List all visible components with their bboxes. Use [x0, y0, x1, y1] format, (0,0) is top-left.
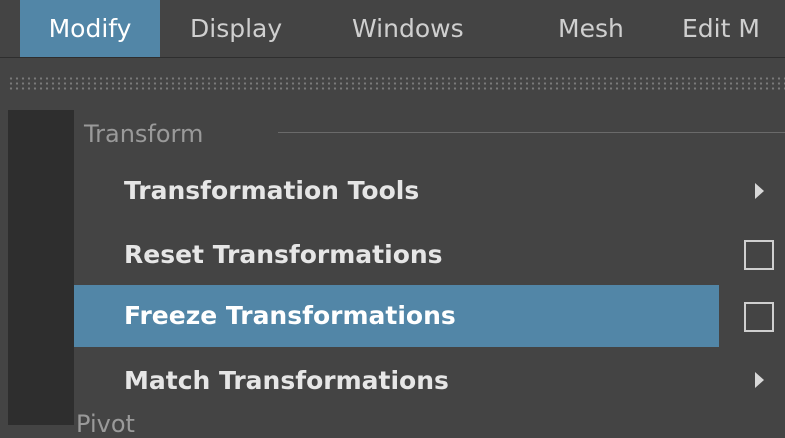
menu-item-freeze-transformations[interactable]: Freeze Transformations [74, 285, 719, 347]
menu-item-label: Transformation Tools [124, 176, 420, 205]
menu-edit-mesh[interactable]: Edit M [682, 0, 760, 57]
submenu-arrow-icon[interactable] [755, 183, 764, 199]
section-divider [278, 132, 785, 133]
menu-bar-divider [0, 57, 785, 58]
menu-item-label: Freeze Transformations [124, 301, 456, 330]
menu-mesh[interactable]: Mesh [558, 0, 624, 57]
menu-item-transformation-tools[interactable]: Transformation Tools [74, 160, 719, 222]
menu-bar: Modify Display Windows Mesh Edit M [0, 0, 785, 57]
option-box-icon[interactable] [744, 302, 774, 332]
menu-item-match-transformations[interactable]: Match Transformations [74, 350, 719, 412]
menu-item-reset-transformations[interactable]: Reset Transformations [74, 224, 719, 286]
modify-dropdown-menu: Transform Transformation Tools Reset Tra… [8, 110, 785, 425]
menu-item-label: Match Transformations [124, 366, 449, 395]
option-box-icon[interactable] [744, 240, 774, 270]
menu-modify[interactable]: Modify [20, 0, 160, 57]
menu-windows[interactable]: Windows [352, 0, 464, 57]
menu-display[interactable]: Display [190, 0, 282, 57]
menu-item-label: Reset Transformations [124, 240, 443, 269]
section-header-pivot-partial: Pivot [76, 410, 135, 438]
tear-off-handle[interactable] [8, 76, 785, 90]
menu-icon-gutter [8, 110, 74, 425]
submenu-arrow-icon[interactable] [755, 372, 764, 388]
section-header-transform: Transform [84, 120, 204, 148]
